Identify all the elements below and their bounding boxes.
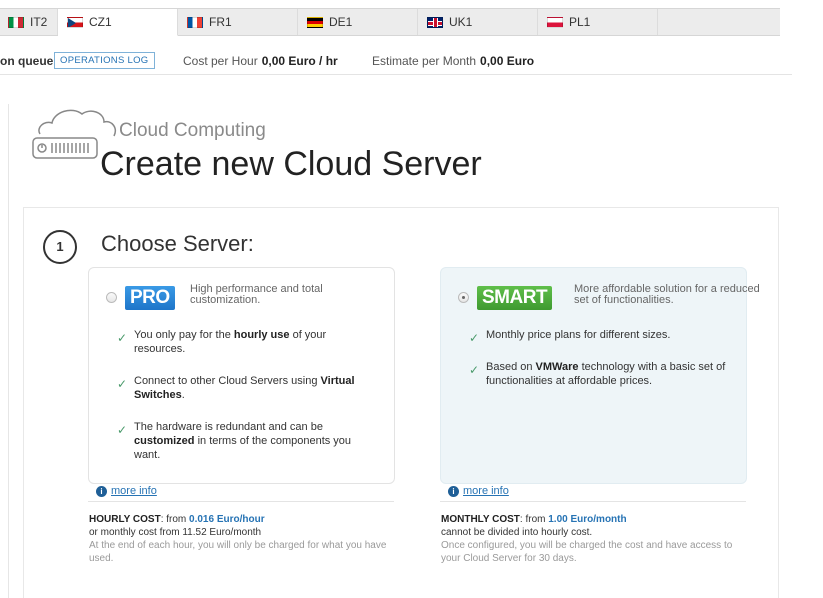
check-icon: ✓ — [469, 331, 480, 345]
smart-server-option[interactable]: SMART More affordable solution for a red… — [440, 267, 760, 484]
france-flag-icon — [187, 16, 203, 28]
smart-cost-sub: cannot be divided into hourly cost. — [441, 527, 593, 538]
step-title: Choose Server: — [101, 231, 254, 256]
cost-per-hour-label: Cost per Hour — [183, 54, 258, 68]
cost-info-bar: on queue OPERATIONS LOG Cost per Hour 0,0… — [0, 46, 792, 75]
tab-fr1[interactable]: FR1 — [178, 9, 298, 35]
smart-badge: SMART — [477, 286, 553, 310]
pro-badge: PRO — [125, 286, 175, 310]
pro-cost-note: At the end of each hour, you will only b… — [89, 540, 387, 564]
uk-flag-icon — [427, 16, 443, 28]
check-icon: ✓ — [117, 331, 128, 345]
smart-cost-note: Once configured, you will be charged the… — [441, 540, 733, 564]
pro-radio[interactable] — [106, 292, 117, 303]
info-icon: i — [448, 486, 459, 497]
pro-feature-switches: ✓ Connect to other Cloud Servers using V… — [117, 375, 355, 401]
smart-feature-monthly: ✓ Monthly price plans for different size… — [469, 329, 671, 345]
tab-it2[interactable]: IT2 — [0, 9, 58, 35]
estimate-per-month: Estimate per Month 0,00 Euro — [372, 54, 534, 68]
tab-label: CZ1 — [89, 15, 112, 29]
pro-server-option[interactable]: PRO High performance and total customiza… — [88, 267, 395, 484]
tab-label: PL1 — [569, 15, 591, 29]
cost-per-hour-value: 0,00 Euro / hr — [261, 54, 338, 68]
queue-label: on queue — [0, 54, 54, 68]
pro-cost-value: 0.016 Euro/hour — [189, 514, 265, 525]
pro-description: High performance and total customization… — [190, 283, 323, 306]
cost-per-hour: Cost per Hour 0,00 Euro / hr — [183, 54, 338, 68]
step-number: 1 — [43, 230, 77, 264]
smart-cost-info: MONTHLY COST: from 1.00 Euro/month canno… — [441, 514, 733, 564]
smart-cost-value: 1.00 Euro/month — [548, 514, 627, 525]
tab-label: DE1 — [329, 15, 353, 29]
germany-flag-icon — [307, 16, 323, 28]
tab-pl1[interactable]: PL1 — [538, 9, 658, 35]
check-icon: ✓ — [117, 377, 128, 391]
pro-cost-label: HOURLY COST — [89, 514, 161, 525]
tab-label: IT2 — [30, 15, 48, 29]
smart-feature-vmware: ✓ Based on VMWare technology with a basi… — [469, 361, 726, 387]
estimate-value: 0,00 Euro — [480, 54, 535, 68]
smart-radio[interactable] — [458, 292, 469, 303]
content-left-border — [8, 104, 9, 598]
check-icon: ✓ — [117, 423, 128, 437]
tab-uk1[interactable]: UK1 — [418, 9, 538, 35]
estimate-label: Estimate per Month — [372, 54, 477, 68]
pro-more-info-link[interactable]: more info — [111, 485, 157, 497]
page-subtitle: Cloud Computing — [119, 120, 266, 141]
pro-cost-info: HOURLY COST: from 0.016 Euro/hour or mon… — [89, 514, 387, 564]
pro-divider — [88, 501, 394, 502]
page-title: Create new Cloud Server — [100, 145, 482, 183]
poland-flag-icon — [547, 16, 563, 28]
pro-feature-hourly: ✓ You only pay for the hourly use of you… — [117, 329, 327, 355]
italy-flag-icon — [8, 16, 24, 28]
tab-de1[interactable]: DE1 — [298, 9, 418, 35]
czech-flag-icon — [67, 16, 83, 28]
smart-cost-label: MONTHLY COST — [441, 514, 520, 525]
info-icon: i — [96, 486, 107, 497]
smart-description: More affordable solution for a reduced s… — [574, 283, 760, 306]
operations-log-button[interactable]: OPERATIONS LOG — [54, 52, 155, 69]
tab-label: FR1 — [209, 15, 232, 29]
datacenter-tabs: IT2 CZ1 FR1 DE1 UK1 PL1 — [0, 8, 780, 36]
tab-cz1[interactable]: CZ1 — [58, 9, 178, 36]
smart-more-info-link[interactable]: more info — [463, 485, 509, 497]
tab-label: UK1 — [449, 15, 473, 29]
check-icon: ✓ — [469, 363, 480, 377]
pro-feature-hardware: ✓ The hardware is redundant and can be c… — [117, 421, 352, 461]
smart-divider — [440, 501, 746, 502]
pro-cost-monthly: or monthly cost from 11.52 Euro/month — [89, 527, 262, 538]
